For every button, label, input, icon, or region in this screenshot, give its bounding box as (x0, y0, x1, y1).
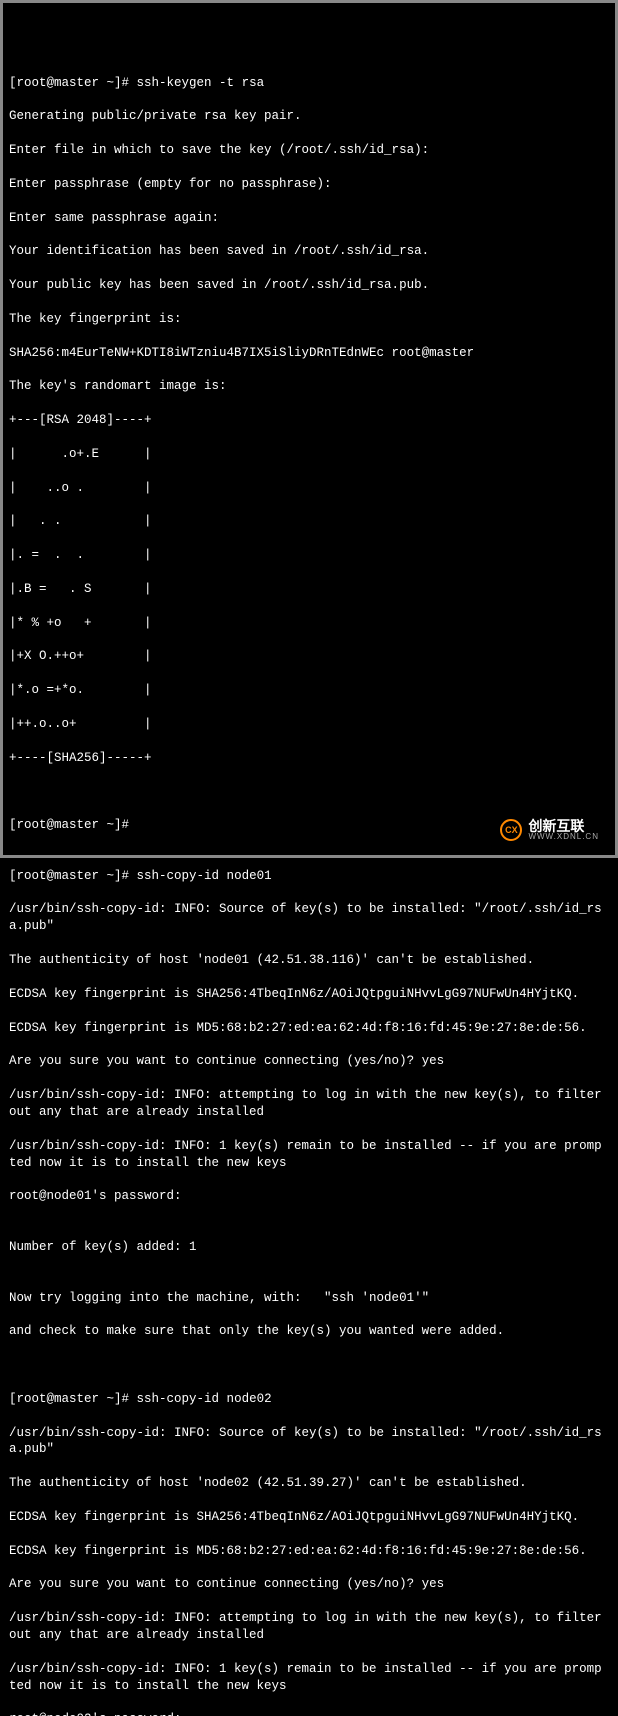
output-line: Enter same passphrase again: (9, 210, 609, 227)
output-line: Are you sure you want to continue connec… (9, 1053, 609, 1070)
output-line: root@node02's password: (9, 1711, 609, 1716)
output-line: The key fingerprint is: (9, 311, 609, 328)
command-input[interactable]: ssh-copy-id node01 (137, 868, 272, 885)
output-line: /usr/bin/ssh-copy-id: INFO: Source of ke… (9, 901, 609, 935)
output-line: /usr/bin/ssh-copy-id: INFO: Source of ke… (9, 1425, 609, 1459)
output-line: /usr/bin/ssh-copy-id: INFO: attempting t… (9, 1087, 609, 1121)
output-line: Your identification has been saved in /r… (9, 243, 609, 260)
prompt-text: [root@master ~]# (9, 817, 129, 834)
output-line: and check to make sure that only the key… (9, 1323, 609, 1340)
prompt-text: [root@master ~]# (9, 868, 129, 885)
command-input[interactable]: ssh-keygen -t rsa (137, 75, 265, 92)
output-line: The authenticity of host 'node02 (42.51.… (9, 1475, 609, 1492)
command-input[interactable]: ssh-copy-id node02 (137, 1391, 272, 1408)
output-line: ECDSA key fingerprint is SHA256:4TbeqInN… (9, 986, 609, 1003)
output-line: Enter passphrase (empty for no passphras… (9, 176, 609, 193)
randomart-line: |. = . . | (9, 547, 609, 564)
output-line: Your public key has been saved in /root/… (9, 277, 609, 294)
output-line: /usr/bin/ssh-copy-id: INFO: 1 key(s) rem… (9, 1661, 609, 1695)
prompt-line-3[interactable]: [root@master ~]# ssh-copy-id node01 (9, 868, 609, 885)
output-line: Generating public/private rsa key pair. (9, 108, 609, 125)
output-line: Now try logging into the machine, with: … (9, 1290, 609, 1307)
output-line: ECDSA key fingerprint is MD5:68:b2:27:ed… (9, 1020, 609, 1037)
output-line: SHA256:m4EurTeNW+KDTI8iWTzniu4B7IX5iSliy… (9, 345, 609, 362)
randomart-line: | .o+.E | (9, 446, 609, 463)
randomart-line: |+X O.++o+ | (9, 648, 609, 665)
randomart-line: | . . | (9, 513, 609, 530)
output-line: The key's randomart image is: (9, 378, 609, 395)
prompt-text: [root@master ~]# (9, 75, 129, 92)
output-line: /usr/bin/ssh-copy-id: INFO: attempting t… (9, 1610, 609, 1644)
randomart-line: |.B = . S | (9, 581, 609, 598)
randomart-line: +---[RSA 2048]----+ (9, 412, 609, 429)
prompt-line-4[interactable]: [root@master ~]# ssh-copy-id node02 (9, 1391, 609, 1408)
output-line: /usr/bin/ssh-copy-id: INFO: 1 key(s) rem… (9, 1138, 609, 1172)
output-line: ECDSA key fingerprint is MD5:68:b2:27:ed… (9, 1543, 609, 1560)
output-line: Are you sure you want to continue connec… (9, 1576, 609, 1593)
output-line: Enter file in which to save the key (/ro… (9, 142, 609, 159)
watermark: CX 创新互联 WWW.XDNL.CN (492, 813, 607, 847)
randomart-line: |* % +o + | (9, 615, 609, 632)
output-line: root@node01's password: (9, 1188, 609, 1205)
watermark-logo-icon: CX (500, 819, 522, 841)
watermark-main: 创新互联 (528, 819, 599, 833)
output-line: ECDSA key fingerprint is SHA256:4TbeqInN… (9, 1509, 609, 1526)
randomart-line: | ..o . | (9, 480, 609, 497)
output-line: The authenticity of host 'node01 (42.51.… (9, 952, 609, 969)
randomart-line: |++.o..o+ | (9, 716, 609, 733)
watermark-sub: WWW.XDNL.CN (528, 833, 599, 841)
randomart-line: +----[SHA256]-----+ (9, 750, 609, 767)
output-line: Number of key(s) added: 1 (9, 1239, 609, 1256)
prompt-line-1[interactable]: [root@master ~]# ssh-keygen -t rsa (9, 75, 609, 92)
prompt-text: [root@master ~]# (9, 1391, 129, 1408)
randomart-line: |*.o =+*o. | (9, 682, 609, 699)
